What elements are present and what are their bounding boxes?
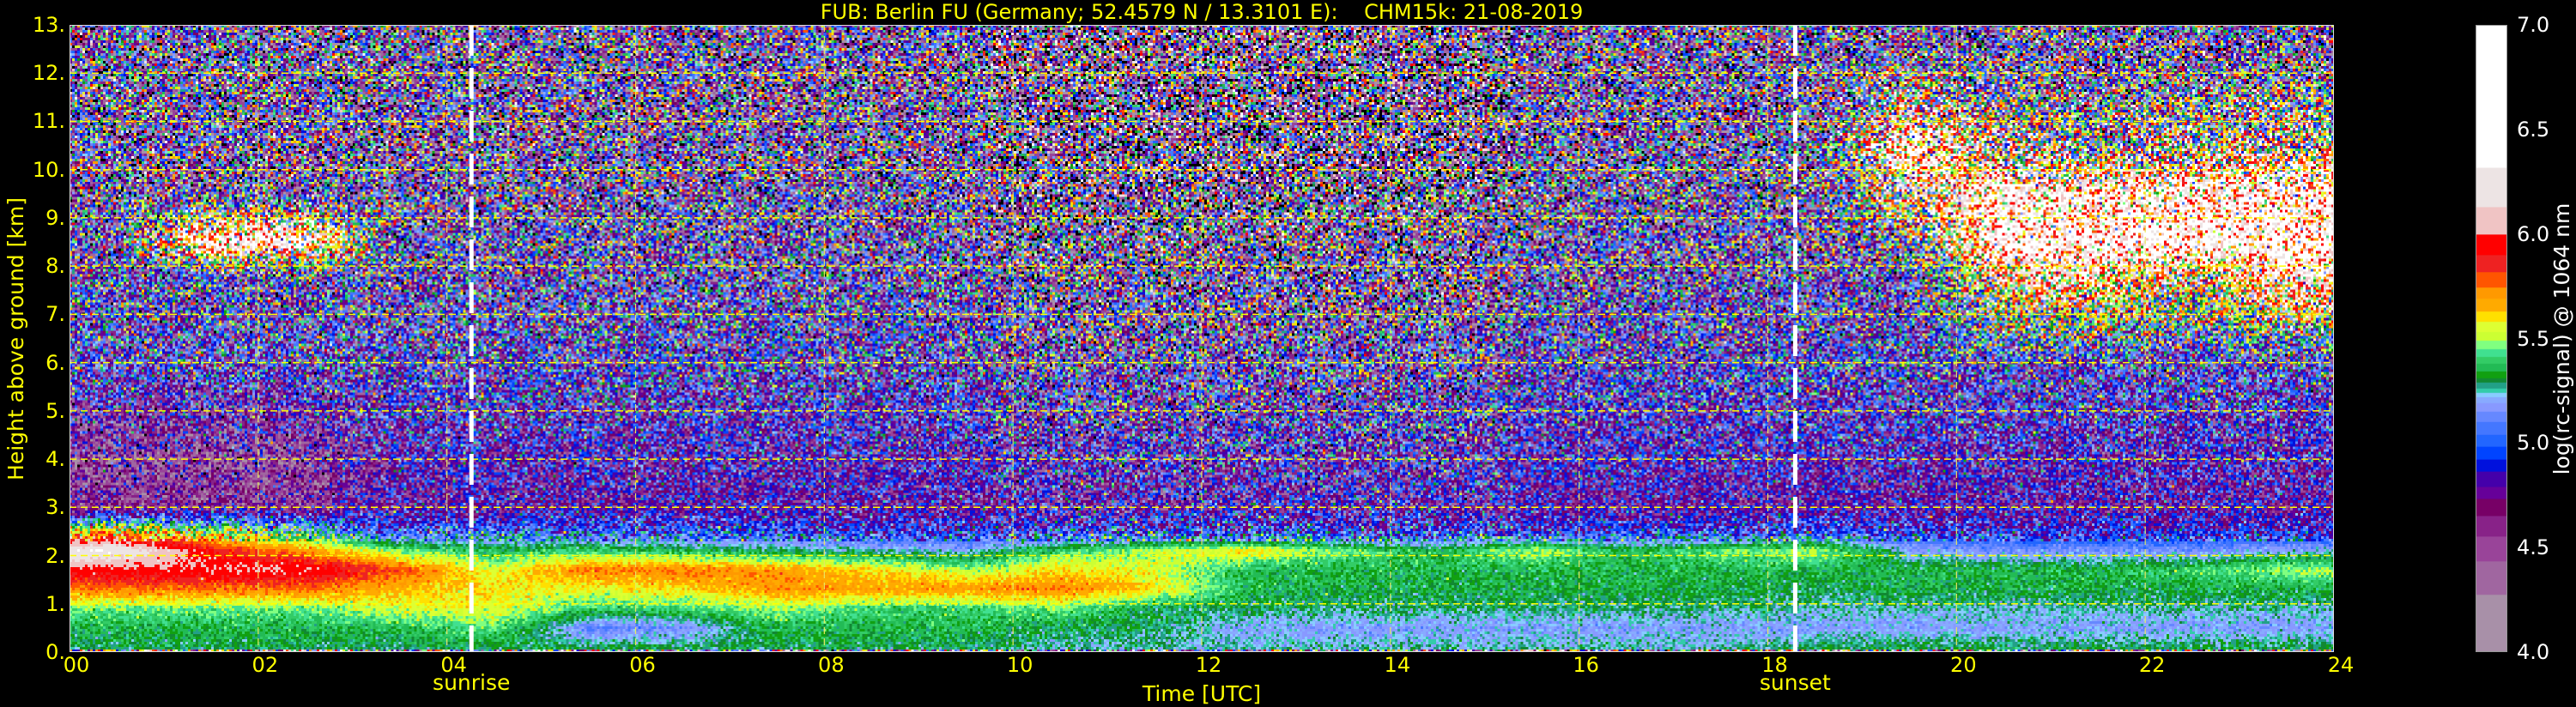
colorbar-tick-label: 4.5 xyxy=(2517,535,2550,560)
sunset-label: sunset xyxy=(1759,670,1831,695)
y-tick-label: 2. xyxy=(45,543,65,568)
x-tick-label: 02 xyxy=(252,653,279,677)
x-tick-label: 06 xyxy=(629,653,656,677)
x-tick-label: 14 xyxy=(1384,653,1411,677)
y-tick-label: 1. xyxy=(45,591,65,616)
y-tick-label: 12. xyxy=(32,61,65,86)
colorbar-tick-label: 6.5 xyxy=(2517,117,2550,142)
colorbar-tick-label: 5.0 xyxy=(2517,431,2550,456)
x-tick-label: 24 xyxy=(2327,653,2355,677)
sunrise-label: sunrise xyxy=(433,670,511,695)
x-tick-label: 10 xyxy=(1006,653,1033,677)
y-tick-label: 3. xyxy=(45,495,65,520)
x-tick-label: 12 xyxy=(1195,653,1222,677)
plot-overlay xyxy=(70,25,2334,652)
chart-title: FUB: Berlin FU (Germany; 52.4579 N / 13.… xyxy=(820,0,1584,24)
colorbar xyxy=(2476,25,2507,652)
plot-area xyxy=(70,25,2334,652)
colorbar-tick-label: 7.0 xyxy=(2517,13,2550,37)
y-tick-label: 13. xyxy=(32,13,65,37)
colorbar-tick-label: 6.0 xyxy=(2517,221,2550,246)
colorbar-tick-label: 5.5 xyxy=(2517,326,2550,351)
x-tick-label: 20 xyxy=(1950,653,1977,677)
colorbar-tick-label: 4.0 xyxy=(2517,640,2550,664)
colorbar-gradient xyxy=(2476,26,2506,651)
x-tick-label: 22 xyxy=(2138,653,2166,677)
x-axis-label: Time [UTC] xyxy=(1142,681,1262,706)
colorbar-label: log(rc-signal) @ 1064 nm xyxy=(2549,202,2574,475)
y-tick-label: 10. xyxy=(32,157,65,182)
x-tick-label: 08 xyxy=(818,653,845,677)
x-tick-label: 00 xyxy=(63,653,90,677)
y-axis-label: Height above ground [km] xyxy=(3,197,28,480)
y-tick-label: 11. xyxy=(32,109,65,134)
x-tick-label: 16 xyxy=(1573,653,1599,677)
